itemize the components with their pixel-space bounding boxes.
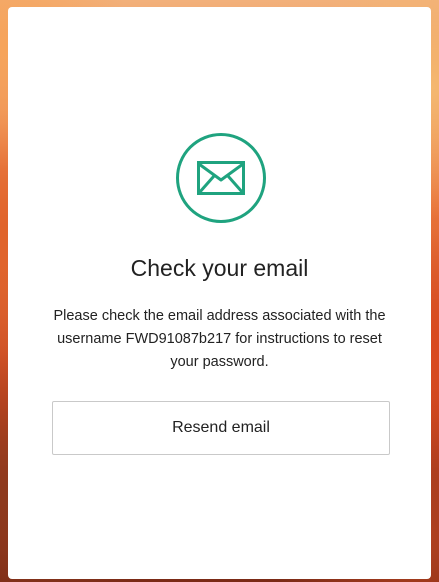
check-email-card: Check your email Please check the email …: [8, 7, 431, 579]
resend-email-button[interactable]: Resend email: [52, 401, 390, 455]
envelope-icon: [197, 161, 245, 195]
instructions-text: Please check the email address associate…: [53, 308, 386, 370]
envelope-icon-circle: [176, 133, 266, 223]
page-title: Check your email: [130, 255, 309, 281]
